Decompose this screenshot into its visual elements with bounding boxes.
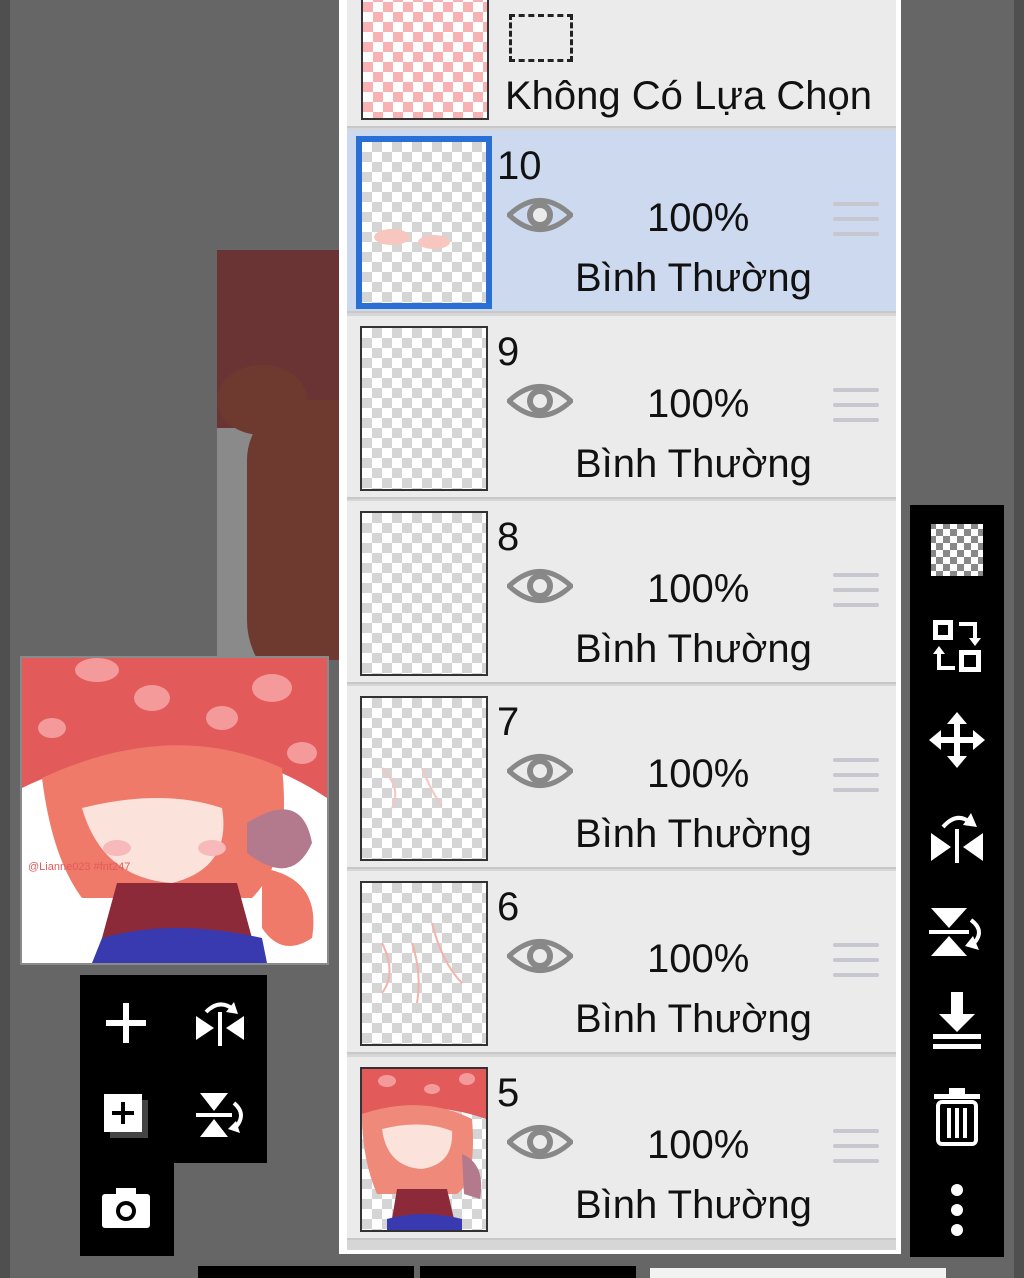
right-edge bbox=[1014, 0, 1024, 1278]
layer-row[interactable]: 5 100% Bình Thường bbox=[347, 1057, 896, 1240]
delete-layer-button[interactable] bbox=[922, 1081, 992, 1151]
eye-icon bbox=[505, 384, 575, 418]
flip-horizontal-right-button[interactable] bbox=[922, 801, 992, 871]
camera-button[interactable] bbox=[86, 1168, 166, 1248]
layer-thumbnail[interactable] bbox=[360, 326, 488, 491]
layer-thumbnail[interactable] bbox=[360, 696, 488, 861]
drag-handle-icon[interactable] bbox=[833, 202, 879, 242]
selection-thumbnail bbox=[361, 0, 489, 120]
drag-handle-icon[interactable] bbox=[833, 758, 879, 798]
bottom-toolbar-segment[interactable] bbox=[650, 1268, 946, 1278]
flip-vertical-button[interactable] bbox=[180, 1075, 260, 1155]
left-toolbox bbox=[80, 975, 267, 1163]
layer-thumbnail[interactable] bbox=[360, 511, 488, 676]
visibility-toggle[interactable] bbox=[505, 378, 575, 424]
flip-horizontal-icon bbox=[931, 813, 983, 863]
flip-horizontal-button[interactable] bbox=[180, 983, 260, 1063]
eye-icon bbox=[505, 754, 575, 788]
layer-blend-mode[interactable]: Bình Thường bbox=[575, 812, 812, 857]
canvas-artwork[interactable] bbox=[217, 250, 342, 660]
layer-thumbnail[interactable] bbox=[356, 136, 492, 309]
eye-icon bbox=[505, 1125, 575, 1159]
layer-number: 7 bbox=[497, 700, 520, 744]
flip-vertical-icon bbox=[929, 908, 981, 956]
visibility-toggle[interactable] bbox=[505, 748, 575, 794]
left-toolbox-camera bbox=[80, 1160, 174, 1256]
add-layer-icon bbox=[106, 1003, 146, 1043]
trash-icon bbox=[934, 1088, 980, 1146]
bottom-toolbar-segment[interactable] bbox=[420, 1266, 636, 1278]
flip-vertical-right-button[interactable] bbox=[922, 897, 992, 967]
eye-icon bbox=[505, 569, 575, 603]
layer-opacity[interactable]: 100% bbox=[647, 1123, 749, 1168]
selection-layer-row[interactable]: Không Có Lựa Chọn bbox=[347, 0, 896, 128]
right-toolbar bbox=[910, 505, 1004, 1257]
flip-vertical-icon bbox=[196, 1093, 243, 1137]
layer-panel: Không Có Lựa Chọn 10 100% Bình Thường 9 … bbox=[339, 0, 901, 1254]
swap-layer-icon bbox=[933, 620, 981, 672]
layer-blend-mode[interactable]: Bình Thường bbox=[575, 1183, 812, 1228]
layer-opacity[interactable]: 100% bbox=[647, 196, 749, 241]
layer-opacity[interactable]: 100% bbox=[647, 567, 749, 612]
flip-horizontal-icon bbox=[196, 1002, 244, 1046]
layer-row[interactable]: 8 100% Bình Thường bbox=[347, 501, 896, 684]
layer-row[interactable]: 10 100% Bình Thường bbox=[347, 130, 896, 313]
selection-marquee-icon bbox=[509, 14, 573, 62]
drag-handle-icon[interactable] bbox=[833, 1129, 879, 1169]
layer-blend-mode[interactable]: Bình Thường bbox=[575, 627, 812, 672]
add-layer-copy-icon bbox=[104, 1094, 148, 1138]
move-button[interactable] bbox=[922, 705, 992, 775]
navigator-preview[interactable]: @Lianne023 #fnt247 bbox=[20, 656, 329, 965]
layer-row[interactable]: 7 100% Bình Thường bbox=[347, 686, 896, 869]
preview-artwork: @Lianne023 #fnt247 bbox=[22, 658, 327, 963]
add-layer-button[interactable] bbox=[86, 983, 166, 1063]
move-icon bbox=[929, 712, 985, 768]
layer-number: 6 bbox=[497, 885, 520, 929]
layer-number: 9 bbox=[497, 330, 520, 374]
eye-icon bbox=[505, 939, 575, 973]
drag-handle-icon[interactable] bbox=[833, 943, 879, 983]
layer-blend-mode[interactable]: Bình Thường bbox=[575, 442, 812, 487]
layer-number: 8 bbox=[497, 515, 520, 559]
layer-thumbnail[interactable] bbox=[360, 881, 488, 1046]
visibility-toggle[interactable] bbox=[505, 933, 575, 979]
layer-number: 10 bbox=[497, 144, 542, 188]
swap-layer-button[interactable] bbox=[922, 611, 992, 681]
transparency-icon bbox=[931, 524, 983, 576]
eye-icon bbox=[505, 198, 575, 232]
visibility-toggle[interactable] bbox=[505, 192, 575, 238]
transparency-button[interactable] bbox=[922, 515, 992, 585]
visibility-toggle[interactable] bbox=[505, 1119, 575, 1165]
layer-row[interactable]: 6 100% Bình Thường bbox=[347, 871, 896, 1054]
bottom-toolbar-segment[interactable] bbox=[198, 1266, 414, 1278]
preview-watermark: @Lianne023 #fnt247 bbox=[28, 861, 130, 873]
camera-icon bbox=[102, 1188, 150, 1228]
layer-blend-mode[interactable]: Bình Thường bbox=[575, 256, 812, 301]
selection-label: Không Có Lựa Chọn bbox=[505, 74, 873, 118]
layer-number: 5 bbox=[497, 1071, 520, 1115]
merge-down-icon bbox=[933, 992, 981, 1049]
visibility-toggle[interactable] bbox=[505, 563, 575, 609]
layer-opacity[interactable]: 100% bbox=[647, 382, 749, 427]
drag-handle-icon[interactable] bbox=[833, 388, 879, 428]
more-options-button[interactable] bbox=[922, 1175, 992, 1245]
more-icon bbox=[951, 1184, 963, 1236]
layer-opacity[interactable]: 100% bbox=[647, 937, 749, 982]
merge-down-button[interactable] bbox=[922, 985, 992, 1055]
left-edge bbox=[0, 0, 10, 1278]
layer-blend-mode[interactable]: Bình Thường bbox=[575, 997, 812, 1042]
layer-thumbnail[interactable] bbox=[360, 1067, 488, 1232]
layer-row[interactable]: 9 100% Bình Thường bbox=[347, 316, 896, 499]
drag-handle-icon[interactable] bbox=[833, 573, 879, 613]
add-layer-copy-button[interactable] bbox=[86, 1075, 166, 1155]
layer-opacity[interactable]: 100% bbox=[647, 752, 749, 797]
